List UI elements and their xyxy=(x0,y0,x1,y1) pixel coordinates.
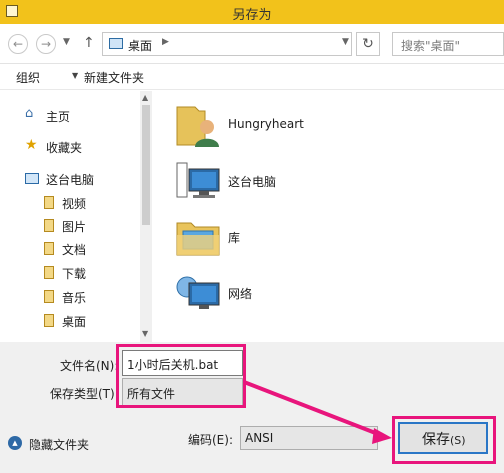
nav-item-this-pc[interactable]: 这台电脑 xyxy=(0,168,140,190)
computer-icon xyxy=(176,162,220,198)
save-highlight-box xyxy=(392,416,496,464)
encoding-value: ANSI xyxy=(245,431,274,445)
list-item[interactable]: 这台电脑 xyxy=(153,155,453,211)
filename-highlight-box xyxy=(116,344,246,408)
nav-item-label: 收藏夹 xyxy=(46,141,83,155)
library-icon xyxy=(44,314,54,327)
up-arrow-icon[interactable]: ↑ xyxy=(83,35,95,51)
file-list: Hungryheart 这台电脑 库 网络 xyxy=(153,91,504,342)
encoding-label: 编码(E): xyxy=(188,433,233,447)
list-item-label: 库 xyxy=(228,231,241,245)
nav-item-home[interactable]: ⌂ 主页 xyxy=(0,105,140,127)
breadcrumb-location[interactable]: 桌面 xyxy=(128,37,152,54)
nav-item-pictures[interactable]: 图片 xyxy=(0,215,140,237)
nav-item-label: 桌面 xyxy=(62,315,87,329)
nav-item-label: 图片 xyxy=(62,220,87,234)
nav-item-label: 文档 xyxy=(62,243,87,257)
filetype-label: 保存类型(T): xyxy=(50,387,119,401)
address-bar: ← → ▼ ↑ 桌面 ▶ ▼ ↻ 搜索"桌面" xyxy=(0,24,504,64)
desktop-icon xyxy=(109,38,123,49)
home-icon: ⌂ xyxy=(25,106,34,121)
list-item-label: Hungryheart xyxy=(228,117,304,131)
refresh-icon[interactable]: ↻ xyxy=(356,32,380,56)
chevron-up-icon[interactable]: ▲ xyxy=(8,436,22,450)
library-icon xyxy=(44,266,54,279)
library-icon xyxy=(44,290,54,303)
libraries-folder-icon xyxy=(176,222,220,256)
chevron-down-icon[interactable]: ▼ xyxy=(72,71,78,80)
search-input[interactable]: 搜索"桌面" xyxy=(392,32,504,56)
nav-item-label: 音乐 xyxy=(62,291,87,305)
organize-button[interactable]: 组织 xyxy=(16,69,40,86)
list-item[interactable]: 网络 xyxy=(153,267,453,323)
nav-item-label: 下载 xyxy=(62,267,87,281)
recent-locations-dropdown-icon[interactable]: ▼ xyxy=(63,37,70,47)
nav-item-favorites[interactable]: ★ 收藏夹 xyxy=(0,136,140,158)
network-icon xyxy=(176,276,220,309)
forward-arrow-icon[interactable]: → xyxy=(36,34,56,54)
user-folder-icon xyxy=(176,106,219,147)
command-toolbar: 组织 ▼ 新建文件夹 xyxy=(0,64,504,90)
path-breadcrumb[interactable]: 桌面 ▶ xyxy=(102,32,352,56)
navigation-pane: ⌂ 主页 ★ 收藏夹 这台电脑 视频 图片 文档 下载 音乐 桌面 xyxy=(0,91,152,342)
path-dropdown-icon[interactable]: ▼ xyxy=(342,37,349,47)
library-icon xyxy=(44,242,54,255)
list-item[interactable]: Hungryheart xyxy=(153,99,453,155)
search-placeholder: 搜索"桌面" xyxy=(401,39,461,53)
new-folder-button[interactable]: 新建文件夹 xyxy=(84,69,144,86)
scrollbar-thumb[interactable] xyxy=(142,105,150,225)
list-item-label: 网络 xyxy=(228,287,253,301)
list-item-label: 这台电脑 xyxy=(228,175,277,189)
nav-item-videos[interactable]: 视频 xyxy=(0,192,140,214)
nav-item-label: 主页 xyxy=(46,110,71,124)
filename-label: 文件名(N): xyxy=(60,359,119,373)
back-arrow-icon[interactable]: ← xyxy=(8,34,28,54)
nav-item-desktop[interactable]: 桌面 xyxy=(0,310,140,332)
nav-item-music[interactable]: 音乐 xyxy=(0,286,140,308)
chevron-right-icon[interactable]: ▶ xyxy=(162,37,169,47)
nav-item-documents[interactable]: 文档 xyxy=(0,238,140,260)
library-icon xyxy=(44,196,54,209)
title-bar: 另存为 xyxy=(0,0,504,24)
window-title: 另存为 xyxy=(232,8,272,23)
nav-item-downloads[interactable]: 下载 xyxy=(0,262,140,284)
scroll-up-icon[interactable]: ▲ xyxy=(142,93,148,102)
computer-icon xyxy=(25,173,39,184)
nav-item-label: 视频 xyxy=(62,197,87,211)
hide-folders-button[interactable]: 隐藏文件夹 xyxy=(29,436,89,453)
library-icon xyxy=(44,219,54,232)
encoding-select[interactable]: ANSI xyxy=(240,426,378,450)
scroll-down-icon[interactable]: ▼ xyxy=(142,329,148,338)
list-item[interactable]: 库 xyxy=(153,211,453,267)
nav-item-label: 这台电脑 xyxy=(46,173,95,187)
nav-pane-scrollbar[interactable]: ▲ ▼ xyxy=(140,91,152,342)
star-icon: ★ xyxy=(25,137,38,153)
